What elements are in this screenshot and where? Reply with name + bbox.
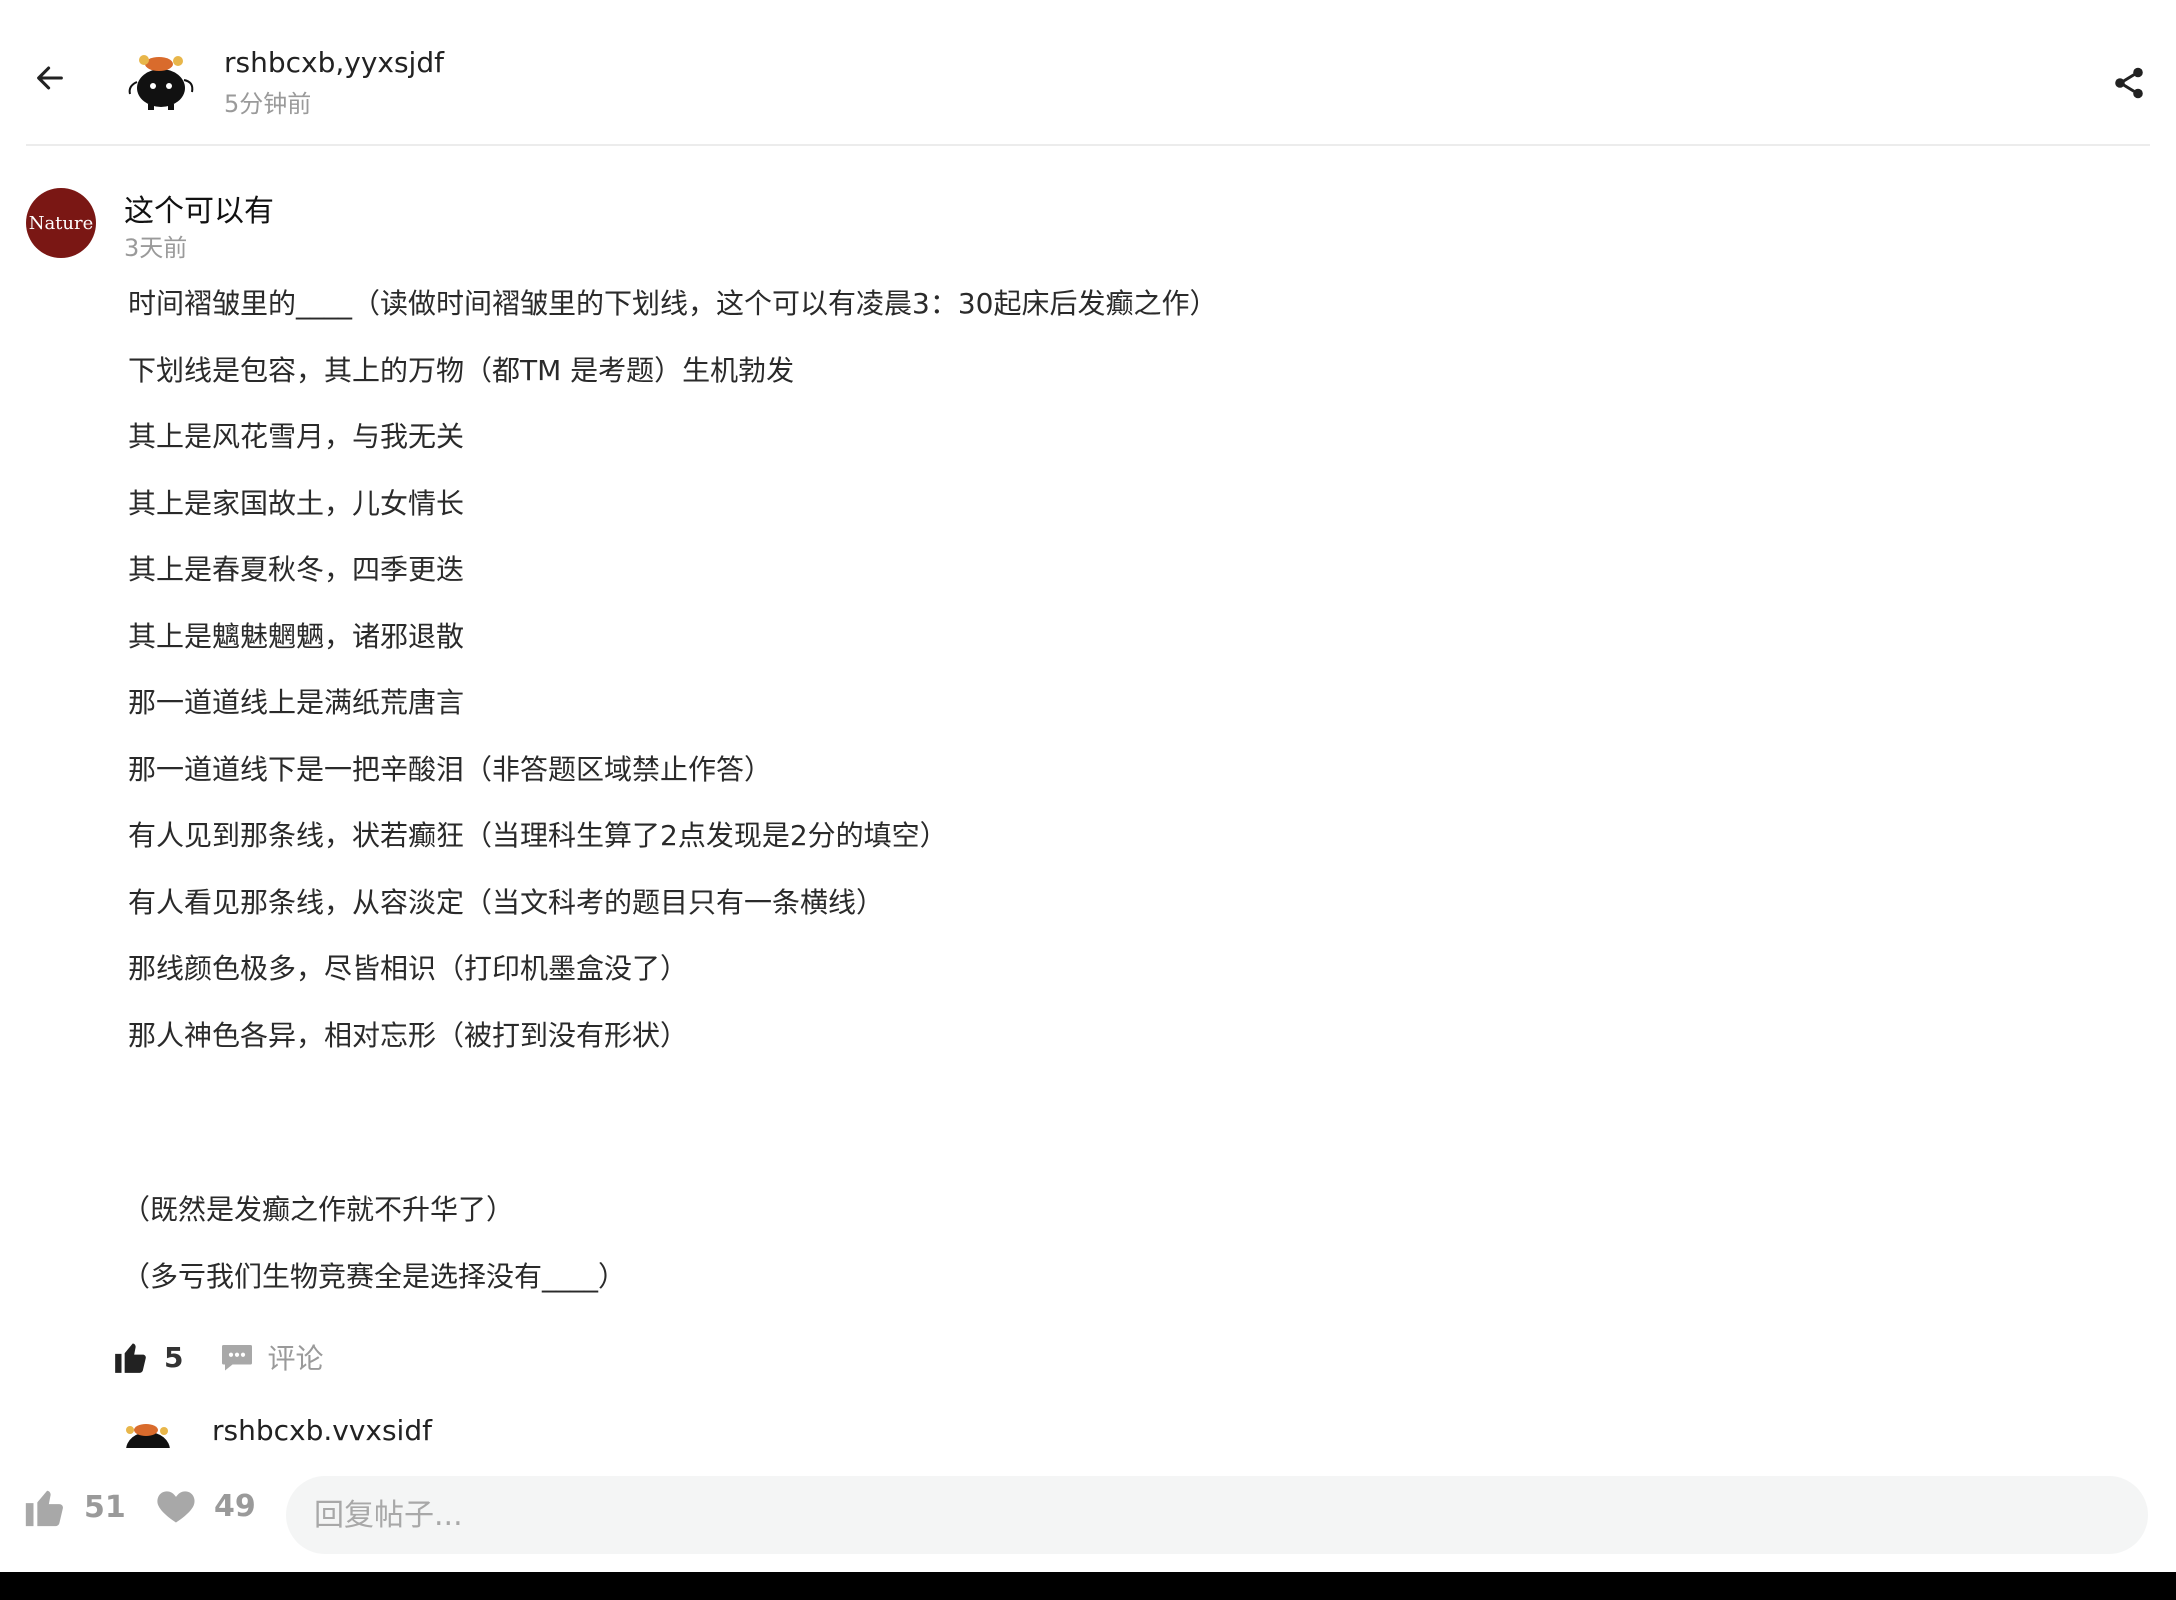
bottom-like-button[interactable]: 51 bbox=[22, 1484, 126, 1530]
bottom-action-bar: 51 49 bbox=[0, 1462, 2176, 1572]
thumbs-up-icon bbox=[115, 1343, 146, 1373]
bottom-favorite-count: 49 bbox=[214, 1488, 256, 1524]
comment-button[interactable]: 评论 bbox=[219, 1337, 324, 1377]
post-title: 这个可以有 bbox=[124, 194, 274, 229]
arrow-left-icon bbox=[37, 66, 63, 90]
top-header: rshbcxb,yyxsjdf 5分钟前 bbox=[0, 0, 2176, 146]
post-like-count: 5 bbox=[164, 1340, 184, 1374]
posted-time: 5分钟前 bbox=[224, 90, 312, 118]
post-line: 其上是魑魅魍魉，诸邪退散 bbox=[128, 619, 465, 653]
post-line: 下划线是包容，其上的万物（都TM 是考题）生机勃发 bbox=[128, 353, 795, 387]
system-nav-strip bbox=[0, 1572, 2176, 1600]
post-avatar[interactable]: Nature bbox=[26, 188, 96, 258]
post-line: 那一道道线上是满纸荒唐言 bbox=[128, 686, 465, 719]
bottom-favorite-button[interactable]: 49 bbox=[154, 1484, 256, 1528]
author-name[interactable]: rshbcxb,yyxsjdf bbox=[224, 46, 444, 79]
post-line: 其上是家国故土，儿女情长 bbox=[128, 486, 465, 520]
post-time: 3天前 bbox=[124, 234, 188, 262]
comment-icon bbox=[222, 1345, 253, 1371]
reply-avatar bbox=[118, 1424, 178, 1448]
post-afterword-line: （多亏我们生物竞赛全是选择没有____） bbox=[122, 1259, 627, 1293]
post-line: 那人神色各异，相对忘形（被打到没有形状） bbox=[128, 1018, 689, 1052]
share-button[interactable] bbox=[2106, 60, 2152, 106]
post-line: 时间褶皱里的____（读做时间褶皱里的下划线，这个可以有凌晨3：30起床后发癫之… bbox=[128, 287, 1218, 320]
post-line: 其上是春夏秋冬，四季更迭 bbox=[128, 553, 465, 586]
comment-label: 评论 bbox=[267, 1342, 324, 1375]
avatar-label: Nature bbox=[28, 212, 94, 234]
post-line: 有人看见那条线，从容淡定（当文科考的题目只有一条横线） bbox=[128, 885, 885, 919]
author-avatar[interactable] bbox=[126, 50, 196, 112]
thumbs-up-icon bbox=[25, 1490, 63, 1527]
bottom-like-count: 51 bbox=[84, 1489, 126, 1525]
heart-icon bbox=[157, 1491, 195, 1523]
post-detail-screen: rshbcxb,yyxsjdf 5分钟前 Nature 这个可以有 3天前 时间… bbox=[0, 0, 2176, 1600]
post-line: 其上是风花雪月，与我无关 bbox=[128, 420, 465, 453]
reply-preview[interactable]: rshbcxb.vvxsidf bbox=[118, 1414, 2018, 1448]
post-line: 有人见到那条线，状若癫狂（当理科生算了2点发现是2分的填空） bbox=[128, 819, 948, 852]
post-actions: 5 评论 bbox=[112, 1332, 324, 1382]
post-body: 时间褶皱里的____（读做时间褶皱里的下划线，这个可以有凌晨3：30起床后发癫之… bbox=[122, 282, 2108, 1321]
share-icon bbox=[2115, 67, 2143, 99]
post-afterword-line: （既然是发癫之作就不升华了） bbox=[122, 1193, 515, 1226]
back-button[interactable] bbox=[24, 52, 76, 104]
header-divider bbox=[26, 144, 2150, 146]
post-line: 那一道道线下是一把辛酸泪（非答题区域禁止作答） bbox=[128, 752, 773, 786]
reply-author-name: rshbcxb.vvxsidf bbox=[212, 1414, 432, 1447]
reply-input[interactable] bbox=[286, 1476, 2148, 1554]
post-line: 那线颜色极多，尽皆相识（打印机墨盒没了） bbox=[128, 952, 689, 985]
post-like-button[interactable]: 5 bbox=[112, 1338, 183, 1376]
